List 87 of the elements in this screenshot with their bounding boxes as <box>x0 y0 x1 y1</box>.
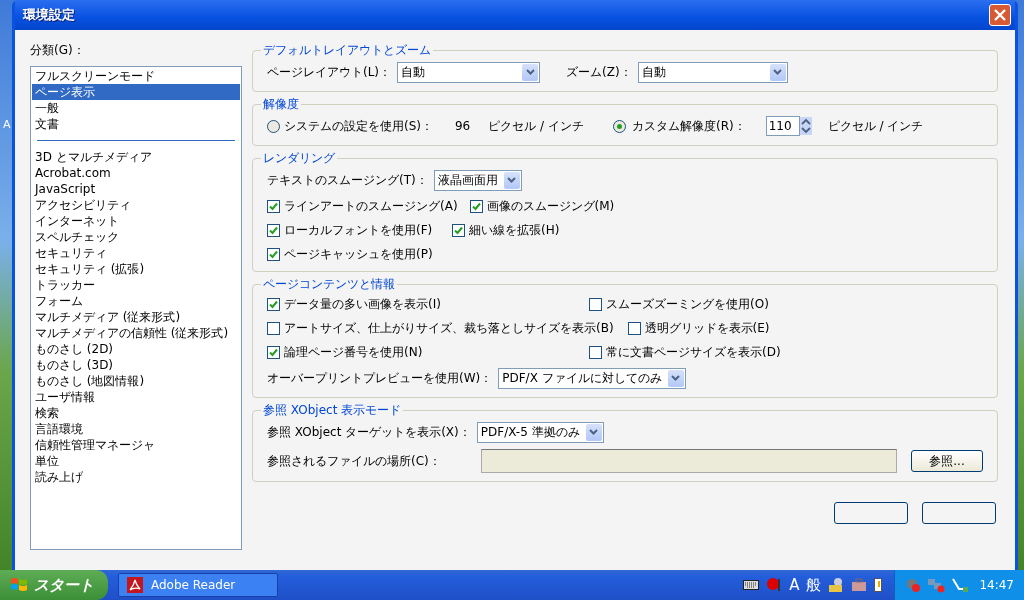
checkbox[interactable] <box>267 223 280 237</box>
checkbox[interactable] <box>589 345 602 359</box>
desktop-icon-label: A <box>3 118 11 131</box>
window-title: 環境設定 <box>23 6 75 24</box>
category-item[interactable]: スペルチェック <box>32 229 240 245</box>
checkbox[interactable] <box>589 297 602 311</box>
keyboard-icon[interactable] <box>743 580 760 590</box>
checkbox-label: 細い線を拡張(H) <box>469 221 560 239</box>
language-bar-indicator[interactable]: A <box>789 576 800 594</box>
checkbox-label: ラインアートのスムージング(A) <box>284 197 458 215</box>
checkbox-label: データ量の多い画像を表示(I) <box>284 295 441 313</box>
pdf-app-icon <box>127 577 143 593</box>
category-item[interactable]: アクセシビリティ <box>32 197 240 213</box>
category-item[interactable]: マルチメディアの信頼性 (従来形式) <box>32 325 240 341</box>
category-item[interactable]: インターネット <box>32 213 240 229</box>
category-item[interactable]: ものさし (3D) <box>32 357 240 373</box>
clock: 14:47 <box>979 578 1014 592</box>
resolution-value: 96 <box>455 119 471 133</box>
checkbox[interactable] <box>267 297 280 311</box>
radio-label: システムの設定を使用(S)： <box>284 117 433 135</box>
category-item[interactable]: セキュリティ <box>32 245 240 261</box>
category-item[interactable]: ページ表示 <box>32 84 240 100</box>
taskbar-task[interactable]: Adobe Reader <box>118 573 278 597</box>
checkbox[interactable] <box>267 321 280 335</box>
xobject-target-dropdown[interactable]: PDF/X-5 準拠のみ <box>476 421 604 443</box>
category-item[interactable]: 3D とマルチメディア <box>32 149 240 165</box>
dialog-button[interactable] <box>834 502 908 524</box>
group-title: ページコンテンツと情報 <box>262 276 396 293</box>
radio-button[interactable] <box>613 119 626 133</box>
category-item[interactable]: 一般 <box>32 100 240 116</box>
group-title: 解像度 <box>262 96 300 113</box>
checkbox[interactable] <box>267 199 280 213</box>
language-bar-indicator[interactable]: 般 <box>806 575 822 595</box>
overprint-label: オーバープリントプレビューを使用(W)： <box>267 369 493 387</box>
windows-logo-icon <box>10 577 28 593</box>
unit-label: ピクセル / インチ <box>488 117 584 135</box>
checkbox[interactable] <box>627 321 641 335</box>
page-layout-dropdown[interactable]: 自動 <box>397 61 541 83</box>
category-item[interactable]: ユーザ情報 <box>32 389 240 405</box>
checkbox-label: 常に文書ページサイズを表示(D) <box>606 343 781 361</box>
category-item[interactable]: Acrobat.com <box>32 165 240 181</box>
category-item[interactable]: 検索 <box>32 405 240 421</box>
category-item[interactable]: JavaScript <box>32 181 240 197</box>
xobject-target-label: 参照 XObject ターゲットを表示(X)： <box>267 423 471 441</box>
category-item[interactable]: 言語環境 <box>32 421 240 437</box>
category-item[interactable]: ものさし (地図情報) <box>32 373 240 389</box>
resolution-input[interactable]: 110 <box>765 116 800 136</box>
overprint-dropdown[interactable]: PDF/X ファイルに対してのみ <box>498 367 686 389</box>
page-layout-label: ページレイアウト(L)： <box>267 63 392 81</box>
checkbox-label: スムーズズーミングを使用(O) <box>606 295 769 313</box>
checkbox-label: 画像のスムージング(M) <box>486 197 615 215</box>
checkbox-label: ローカルフォントを使用(F) <box>284 221 433 239</box>
category-item[interactable]: マルチメディア (従来形式) <box>32 309 240 325</box>
browse-button[interactable]: 参照... <box>911 450 983 472</box>
briefcase-icon[interactable] <box>851 578 868 592</box>
unit-label: ピクセル / インチ <box>827 117 924 135</box>
zoom-dropdown[interactable]: 自動 <box>637 61 788 83</box>
category-item[interactable]: フルスクリーンモード <box>32 68 240 84</box>
category-item[interactable]: 文書 <box>32 116 240 132</box>
text-smoothing-label: テキストのスムージング(T)： <box>267 171 428 189</box>
category-item[interactable]: 信頼性管理マネージャ <box>32 437 240 453</box>
dialog-button[interactable] <box>922 502 996 524</box>
category-item[interactable]: 読み上げ <box>32 469 240 485</box>
checkbox-label: アートサイズ、仕上がりサイズ、裁ち落としサイズを表示(B) <box>284 319 614 337</box>
checkbox[interactable] <box>267 247 280 261</box>
group-title: 参照 XObject 表示モード <box>262 402 403 419</box>
category-item[interactable]: 単位 <box>32 453 240 469</box>
category-item[interactable]: ものさし (2D) <box>32 341 240 357</box>
checkbox[interactable] <box>452 223 465 237</box>
radio-label: カスタム解像度(R)： <box>632 117 746 135</box>
checkbox-label: ページキャッシュを使用(P) <box>284 245 433 263</box>
group-title: デフォルトレイアウトとズーム <box>262 42 432 59</box>
checkbox[interactable] <box>267 345 280 359</box>
radio-button[interactable] <box>267 119 280 133</box>
checkbox[interactable] <box>469 199 483 213</box>
category-item[interactable]: フォーム <box>32 293 240 309</box>
zoom-label: ズーム(Z)： <box>566 63 632 81</box>
file-location-label: 参照されるファイルの場所(C)： <box>267 452 441 470</box>
checkbox-label: 透明グリッドを表示(E) <box>644 319 770 337</box>
checkbox-label: 論理ページ番号を使用(N) <box>284 343 423 361</box>
category-item[interactable]: セキュリティ (拡張) <box>32 261 240 277</box>
text-smoothing-dropdown[interactable]: 液晶画面用 <box>433 169 522 191</box>
category-label: 分類(G)： <box>30 42 86 58</box>
category-item[interactable]: トラッカー <box>32 277 240 293</box>
close-button[interactable] <box>989 4 1011 26</box>
close-icon <box>994 9 1006 21</box>
group-title: レンダリング <box>262 150 336 167</box>
